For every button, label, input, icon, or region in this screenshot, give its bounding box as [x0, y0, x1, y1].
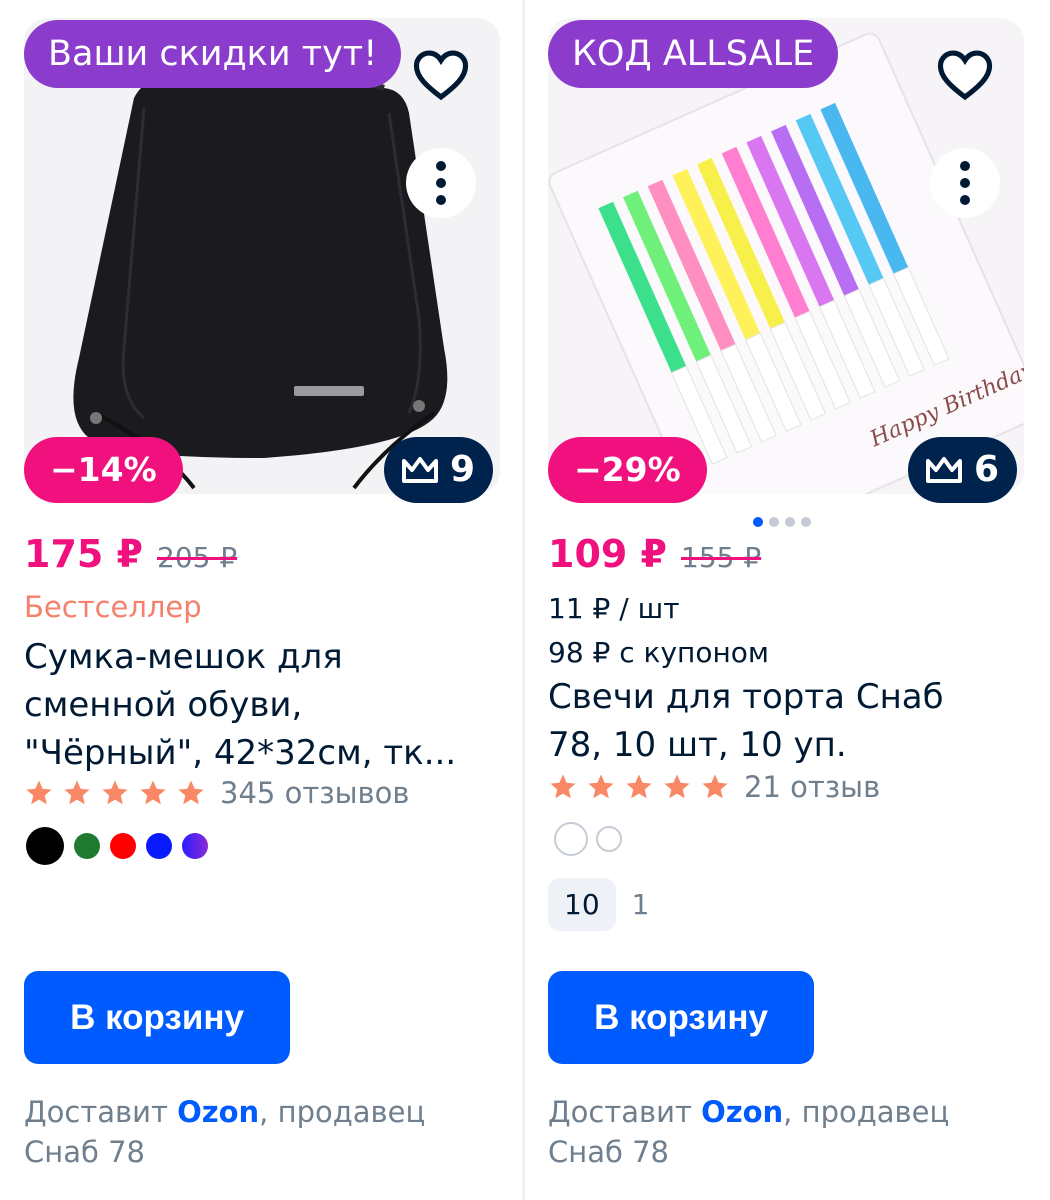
price-block: 109 ₽ 155 ₽: [548, 532, 761, 576]
heart-outline-icon[interactable]: [934, 44, 996, 106]
discount-badge: −14%: [24, 437, 183, 503]
variant-circle[interactable]: [596, 826, 622, 852]
old-price: 155 ₽: [681, 541, 762, 574]
rating-stars: [548, 772, 730, 802]
star-icon: [140, 780, 166, 805]
image-carousel-dots[interactable]: [753, 517, 811, 527]
seller-name[interactable]: Снаб 78: [548, 1135, 669, 1169]
title-line: "Чёрный", 42*32см, тк...: [24, 733, 457, 773]
premium-badge: 9: [384, 437, 494, 503]
star-icon: [664, 774, 690, 799]
product-title[interactable]: Свечи для торта Снаб 78, 10 шт, 10 уп.: [548, 673, 1018, 769]
title-line: Сумка-мешок для: [24, 637, 343, 677]
star-icon: [26, 780, 52, 805]
star-icon: [102, 780, 128, 805]
product-card-drawstring-bag[interactable]: Ваши скидки тут! −14% 9 175 ₽ 205 ₽ Бест…: [24, 0, 500, 1200]
delivery-suffix: , продавец: [783, 1095, 950, 1129]
star-icon: [702, 774, 728, 799]
delivery-brand[interactable]: Ozon: [701, 1095, 783, 1129]
price-block: 175 ₽ 205 ₽: [24, 532, 237, 576]
star-icon: [588, 774, 614, 799]
coupon-price: 98 ₽ с купоном: [548, 636, 770, 669]
star-icon: [178, 780, 204, 805]
star-icon: [626, 774, 652, 799]
add-to-cart-button[interactable]: В корзину: [548, 971, 814, 1064]
quantity-options: 10 1: [548, 878, 649, 931]
column-divider: [522, 0, 525, 1200]
color-swatches: [26, 827, 208, 865]
add-to-cart-button[interactable]: В корзину: [24, 971, 290, 1064]
heart-outline-icon[interactable]: [410, 44, 472, 106]
option[interactable]: 1: [632, 888, 650, 921]
unit-price: 11 ₽ / шт: [548, 592, 680, 625]
carousel-dot[interactable]: [753, 517, 763, 527]
bestseller-tag: Бестселлер: [24, 590, 202, 624]
title-line: сменной обуви,: [24, 685, 303, 725]
old-price: 205 ₽: [157, 541, 238, 574]
rating[interactable]: 345 отзывов: [24, 776, 409, 810]
color-swatch-purple[interactable]: [182, 833, 208, 859]
color-swatch-black[interactable]: [26, 827, 64, 865]
carousel-dot[interactable]: [785, 517, 795, 527]
more-options-icon[interactable]: [406, 148, 476, 218]
delivery-brand[interactable]: Ozon: [177, 1095, 259, 1129]
color-swatch-blue[interactable]: [146, 833, 172, 859]
carousel-dot[interactable]: [769, 517, 779, 527]
color-swatch-red[interactable]: [110, 833, 136, 859]
reviews-count: 345 отзывов: [220, 776, 410, 810]
crown-icon: [402, 457, 438, 483]
star-icon: [64, 780, 90, 805]
promo-code-badge: КОД ALLSALE: [548, 20, 839, 88]
delivery-prefix: Доставит: [24, 1095, 178, 1129]
title-line: Свечи для торта Снаб: [548, 677, 944, 717]
delivery-suffix: , продавец: [259, 1095, 426, 1129]
reviews-count: 21 отзыв: [744, 770, 881, 804]
promo-badge: Ваши скидки тут!: [24, 20, 402, 88]
title-line: 78, 10 шт, 10 уп.: [548, 725, 847, 765]
delivery-info: Доставит Ozon, продавец Снаб 78: [548, 1092, 1018, 1172]
premium-count: 9: [450, 449, 476, 490]
color-swatch-green[interactable]: [74, 833, 100, 859]
delivery-info: Доставит Ozon, продавец Снаб 78: [24, 1092, 494, 1172]
variant-circles: [554, 822, 622, 856]
rating-stars: [24, 778, 206, 808]
delivery-prefix: Доставит: [548, 1095, 702, 1129]
product-card-birthday-candles[interactable]: Happy Birthday КОД ALLSALE −29% 6 109 ₽ …: [548, 0, 1024, 1200]
current-price: 109 ₽: [548, 532, 667, 576]
variant-circle-selected[interactable]: [554, 822, 588, 856]
option-selected[interactable]: 10: [548, 878, 616, 931]
product-title[interactable]: Сумка-мешок для сменной обуви, "Чёрный",…: [24, 633, 494, 777]
premium-badge: 6: [908, 437, 1018, 503]
crown-icon: [926, 457, 962, 483]
discount-badge: −29%: [548, 437, 707, 503]
seller-name[interactable]: Снаб 78: [24, 1135, 145, 1169]
more-options-icon[interactable]: [930, 148, 1000, 218]
star-icon: [550, 774, 576, 799]
current-price: 175 ₽: [24, 532, 143, 576]
rating[interactable]: 21 отзыв: [548, 770, 880, 804]
carousel-dot[interactable]: [801, 517, 811, 527]
premium-count: 6: [974, 449, 1000, 490]
